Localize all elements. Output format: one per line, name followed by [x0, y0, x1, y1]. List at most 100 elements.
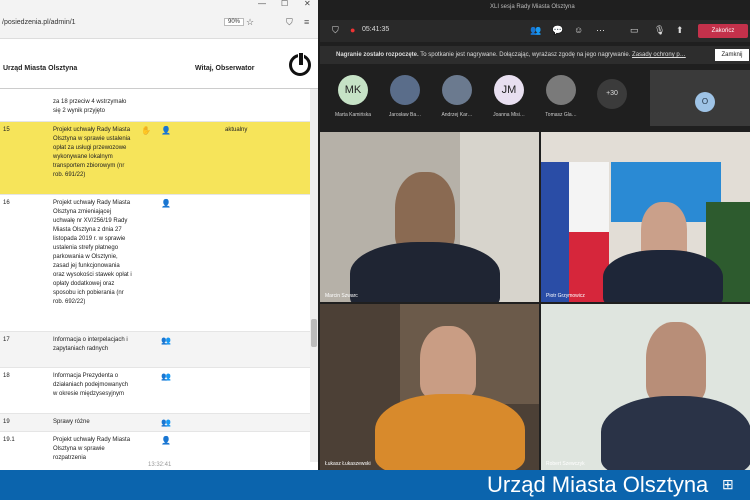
star-icon[interactable]: ☆ [246, 17, 254, 28]
close-notice-button[interactable]: Zamknij [715, 49, 749, 61]
agenda-row-text: za 18 przeciw 4 wstrzymało się 2 wynik p… [53, 99, 127, 114]
agenda-row-16[interactable]: 16 Projekt uchwały Rady Miasta Olsztyna … [0, 195, 310, 332]
close-icon[interactable]: ✕ [304, 0, 311, 8]
agenda-list: za 18 przeciw 4 wstrzymało się 2 wynik p… [0, 89, 310, 470]
participant-tile[interactable]: Jarosław Ba… [384, 75, 426, 118]
notice-text: To spotkanie jest nagrywane. Dołączając,… [420, 52, 631, 58]
agenda-row-text: Projekt uchwały Rady Miasta Olsztyna zmi… [53, 200, 132, 305]
meeting-toolbar: ⛉ ● 05:41:35 👥 💬 ☺ ⋯ ▭ 🎙 ⬆ Zakończ [320, 20, 750, 42]
agenda-row-text: Informacja Prezydenta o działaniach pode… [53, 373, 129, 397]
participant-name: Tomasz Gla… [545, 112, 577, 118]
person-body [375, 394, 525, 470]
person-head [646, 322, 706, 402]
power-icon[interactable] [289, 52, 311, 76]
add-user-icon[interactable]: 👤 [161, 436, 171, 445]
agenda-row-18[interactable]: 18 Informacja Prezydenta o działaniach p… [0, 368, 310, 414]
participant-name: Joanna Misi… [493, 112, 525, 118]
participant-tile[interactable]: Tomasz Gla… [540, 75, 582, 118]
privacy-link[interactable]: Zasady ochrony p… [632, 52, 686, 58]
meeting-window-title: XLI sesja Rady Miasta Olsztyna [490, 4, 575, 10]
agenda-row-status: aktualny [225, 127, 248, 133]
participant-tile[interactable]: Andrzej Kar… [436, 75, 478, 118]
add-user-icon[interactable]: 👤 [161, 126, 171, 135]
zoom-level[interactable]: 90% [224, 18, 245, 26]
person-head [395, 172, 455, 252]
people-icon[interactable]: 👥 [530, 25, 541, 36]
agenda-row-19[interactable]: 19 Sprawy różne 👥 [0, 414, 310, 432]
agenda-row-number: 15 [3, 127, 10, 133]
avatar [546, 75, 576, 105]
video-tile-4[interactable]: Robert Szewczyk [541, 304, 750, 470]
tile-name: Marcin Szwarc [325, 293, 358, 299]
participant-name: Andrzej Kar… [441, 112, 473, 118]
share-icon[interactable]: ⬆ [676, 25, 684, 36]
menu-icon[interactable]: ≡ [304, 17, 309, 27]
address-url[interactable]: /posiedzenia.pl/admin/1 [2, 19, 76, 26]
app-header: Urząd Miasta Olsztyna Witaj, Obserwator [0, 48, 318, 89]
agenda-row-15[interactable]: 15 Projekt uchwały Rady Miasta Olsztyna … [0, 122, 310, 195]
more-icon[interactable]: ⋯ [596, 25, 605, 36]
avatar [442, 75, 472, 105]
address-bar[interactable]: /posiedzenia.pl/admin/1 90% ☆ ⛉ ≡ [0, 12, 318, 39]
participant-name: Jarosław Ba… [388, 112, 422, 118]
video-tile-3[interactable]: Łukasz Łukaszewski [320, 304, 539, 470]
video-tile-2[interactable]: Piotr Grzymowicz [541, 132, 750, 302]
agenda-row-text: Sprawy różne [53, 419, 90, 425]
participant-name: Marta Kamińska [334, 112, 372, 118]
meeting-window: XLI sesja Rady Miasta Olsztyna ⛉ ● 05:41… [320, 0, 750, 470]
add-user-icon[interactable]: 👤 [161, 199, 171, 208]
self-avatar: O [695, 92, 715, 112]
tile-name: Piotr Grzymowicz [546, 293, 585, 299]
greeting: Witaj, Obserwator [195, 65, 255, 72]
person-head [420, 326, 476, 398]
org-title: Urząd Miasta Olsztyna [3, 65, 78, 72]
camera-off-icon[interactable]: ▭ [630, 25, 639, 36]
participant-tile[interactable]: JM Joanna Misi… [488, 75, 530, 118]
group-icon[interactable]: 👥 [161, 372, 171, 381]
avatar: MK [338, 75, 368, 105]
agenda-row-number: 17 [3, 337, 10, 343]
person-body [603, 250, 723, 302]
group-icon[interactable]: 👥 [161, 336, 171, 345]
mic-off-icon[interactable]: 🎙 [654, 25, 665, 36]
agenda-browser-window: — ☐ ✕ /posiedzenia.pl/admin/1 90% ☆ ⛉ ≡ … [0, 0, 318, 470]
participant-strip: MK Marta Kamińska Jarosław Ba… Andrzej K… [320, 66, 750, 130]
recording-notice: Nagranie zostało rozpoczęte. To spotkani… [320, 46, 750, 64]
more-participants-button[interactable]: +30 [597, 79, 627, 109]
windows-icon[interactable]: ⊞ [722, 476, 734, 493]
notice-title: Nagranie zostało rozpoczęte. [336, 52, 419, 58]
agenda-row-number: 18 [3, 373, 10, 379]
footer-time: 13:32:41 [148, 462, 172, 468]
bottom-strip: 13:32:41 [0, 462, 318, 470]
agenda-row-number: 16 [3, 200, 10, 206]
scrollbar-thumb[interactable] [311, 319, 317, 347]
maximize-icon[interactable]: ☐ [281, 0, 288, 8]
self-view: O [650, 70, 750, 126]
participant-tile[interactable]: MK Marta Kamińska [332, 75, 374, 118]
eu-flag [541, 162, 569, 302]
minimize-icon[interactable]: — [258, 0, 266, 8]
agenda-row-text: Projekt uchwały Rady Miasta Olsztyna w s… [53, 127, 131, 178]
tile-name: Łukasz Łukaszewski [325, 461, 371, 467]
hand-icon[interactable]: ✋ [141, 126, 151, 135]
browser-title-bar: — ☐ ✕ [0, 0, 318, 12]
tile-name: Robert Szewczyk [546, 461, 585, 467]
video-tile-1[interactable]: Marcin Szwarc [320, 132, 539, 302]
agenda-row-text: Informacja o interpelacjach i zapytaniac… [53, 337, 128, 352]
reactions-icon[interactable]: ☺ [574, 25, 583, 35]
bottom-banner: Urząd Miasta Olsztyna ⊞ [0, 470, 750, 500]
agenda-row-text: Projekt uchwały Rady Miasta Olsztyna w s… [53, 437, 131, 461]
agenda-row-prev[interactable]: za 18 przeciw 4 wstrzymało się 2 wynik p… [0, 89, 310, 122]
end-call-button[interactable]: Zakończ [698, 24, 748, 38]
scrollbar[interactable] [310, 89, 318, 462]
person-body [350, 242, 500, 302]
group-icon[interactable]: 👥 [161, 418, 171, 427]
agenda-row-number: 19.1 [3, 437, 15, 443]
avatar [390, 75, 420, 105]
agenda-row-number: 19 [3, 419, 10, 425]
agenda-row-17[interactable]: 17 Informacja o interpelacjach i zapytan… [0, 332, 310, 368]
person-body [601, 396, 750, 470]
chat-icon[interactable]: 💬 [552, 25, 563, 36]
shield-icon[interactable]: ⛉ [286, 17, 293, 28]
banner-title: Urząd Miasta Olsztyna [487, 472, 709, 497]
